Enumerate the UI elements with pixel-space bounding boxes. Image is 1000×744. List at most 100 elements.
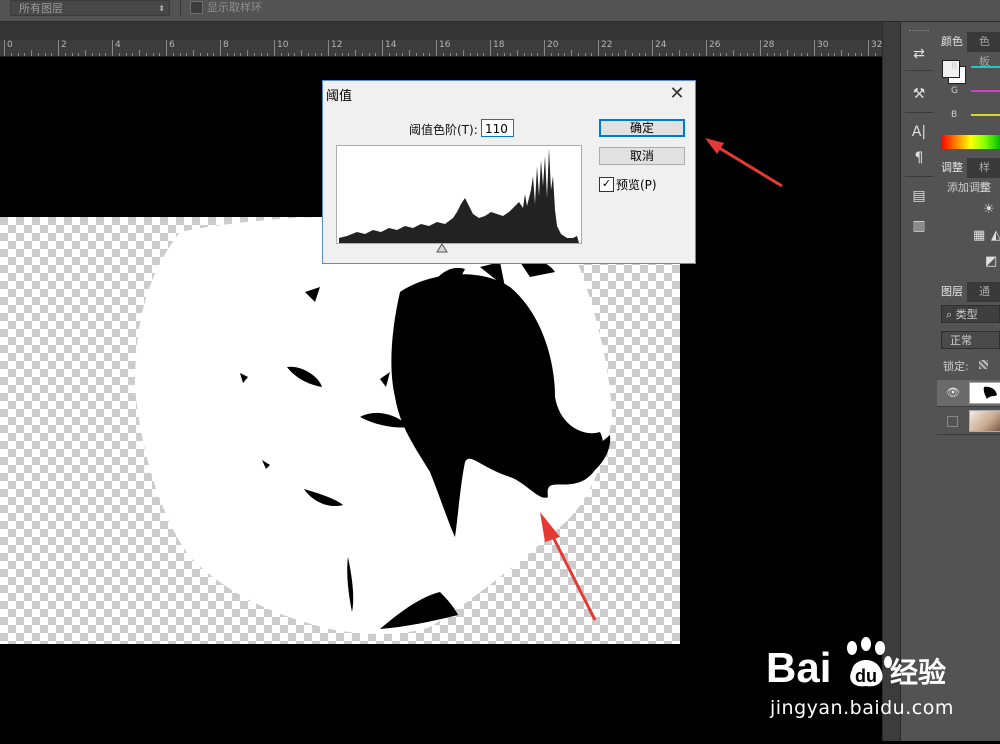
vibrance-icon[interactable]: ◩ (985, 254, 997, 269)
ruler-tick (368, 53, 370, 56)
curves-icon[interactable]: ◭ (991, 228, 1000, 243)
channel-r-slider[interactable] (971, 66, 1000, 68)
ruler-tick (388, 53, 390, 56)
threshold-slider-handle[interactable] (436, 243, 448, 253)
preview-checkbox[interactable]: ✓ (599, 177, 614, 192)
layer-row-background[interactable] (937, 408, 1000, 435)
sample-layers-select[interactable]: 所有图层 ⬍ (10, 0, 170, 16)
ruler-tick (598, 40, 599, 56)
ruler-tick (692, 53, 694, 56)
divider (905, 176, 933, 177)
ruler-tick (625, 50, 626, 56)
tab-layers[interactable]: 图层 (937, 282, 967, 302)
ruler-tick (746, 53, 748, 56)
ruler-tick (530, 53, 532, 56)
ruler-tick (550, 53, 552, 56)
tab-swatches[interactable]: 色板 (975, 32, 1000, 68)
ruler-tick (436, 40, 437, 56)
ok-button[interactable]: 确定 (599, 119, 685, 137)
ruler-tick (382, 40, 383, 56)
ruler-tick (4, 40, 5, 56)
ruler-tick (355, 50, 356, 56)
ruler-tick (841, 50, 842, 56)
ruler-tick (152, 53, 154, 56)
ruler-tick (523, 53, 525, 56)
ruler-tick (186, 53, 188, 56)
levels-icon[interactable]: ▦ (973, 228, 985, 243)
layer-thumbnail-threshold (969, 382, 1000, 404)
eye-icon[interactable]: 👁 (946, 386, 960, 399)
layer-row-threshold[interactable]: 👁 (937, 380, 1000, 407)
show-sampling-ring-checkbox[interactable] (190, 1, 203, 14)
notes-icon[interactable]: ▥ (907, 216, 931, 236)
layer-kind-value: 类型 (955, 308, 978, 321)
ruler-tick (361, 53, 363, 56)
ruler-tick (206, 53, 208, 56)
ruler-tick (800, 53, 802, 56)
ruler-tick (760, 40, 761, 56)
ruler-tick (564, 53, 566, 56)
tab-styles[interactable]: 样式 (975, 158, 1000, 194)
channel-b-slider[interactable] (971, 114, 1000, 116)
ruler-tick (456, 53, 458, 56)
brightness-icon[interactable]: ☀ (983, 202, 995, 217)
ruler-tick (442, 53, 444, 56)
properties-icon[interactable]: ▤ (907, 186, 931, 206)
close-icon[interactable]: ✕ (665, 83, 689, 105)
histogram-bars (339, 148, 579, 243)
tab-color[interactable]: 颜色 (937, 32, 967, 52)
ruler-tick-label: 32 (871, 40, 882, 50)
ruler-tick (787, 50, 788, 56)
ruler-tick (827, 53, 829, 56)
tab-channels[interactable]: 通道 (975, 282, 1000, 318)
horizontal-ruler: 0 2 4 6 8 10 12 14 16 18 20 22 24 26 28 30 32 (0, 40, 882, 57)
ruler-tick (17, 53, 19, 56)
threshold-level-input[interactable]: 110 (481, 119, 514, 137)
preview-label: 预览(P) (616, 178, 657, 192)
divider (180, 0, 181, 16)
lock-transparent-icon[interactable] (979, 360, 988, 369)
ruler-tick (753, 53, 755, 56)
ruler-tick-label: 2 (61, 40, 67, 50)
ruler-tick (645, 53, 647, 56)
paragraph-icon[interactable]: ¶ (907, 148, 931, 168)
threshold-dialog: 阈值 ✕ 阈值色阶(T): 110 确定 取消 ✓ 预览(P) (322, 80, 696, 264)
ruler-tick (328, 40, 329, 56)
ruler-tick (544, 40, 545, 56)
ruler-tick (847, 53, 849, 56)
color-spectrum-bar[interactable] (941, 135, 1000, 149)
ruler-tick (199, 53, 201, 56)
ruler-tick (793, 53, 795, 56)
ruler-tick (226, 53, 228, 56)
ruler-tick (71, 53, 73, 56)
ruler-tick (463, 50, 464, 56)
ruler-tick (631, 53, 633, 56)
blend-mode-select[interactable]: 正常 (941, 331, 1000, 349)
visibility-toggle[interactable] (947, 416, 958, 427)
options-bar: 所有图层 ⬍ 显示取样环 (0, 0, 1000, 22)
ruler-tick (490, 40, 491, 56)
history-icon[interactable]: ⇄ (907, 44, 931, 64)
ruler-tick (64, 53, 66, 56)
panel-grip[interactable] (909, 30, 929, 34)
tab-adjustments[interactable]: 调整 (937, 158, 967, 178)
brush-preset-icon[interactable]: ⚒ (907, 84, 931, 104)
character-icon[interactable]: A| (907, 122, 931, 142)
ruler-tick (807, 53, 809, 56)
dialog-title: 阈值 (326, 89, 353, 104)
add-adjustment-label: 添加调整 (947, 181, 991, 194)
ruler-tick (517, 50, 518, 56)
ruler-tick (78, 53, 80, 56)
ruler-tick (240, 53, 242, 56)
ruler-tick (469, 53, 471, 56)
ruler-tick (409, 50, 410, 56)
ruler-tick (24, 53, 26, 56)
ruler-tick (706, 40, 707, 56)
ruler-tick (44, 53, 46, 56)
ruler-tick (834, 53, 836, 56)
ruler-tick (733, 50, 734, 56)
layer-kind-filter[interactable]: ⌕ 类型 (941, 305, 1000, 323)
checkmark-icon: ✓ (601, 177, 612, 190)
cancel-button[interactable]: 取消 (599, 147, 685, 165)
channel-g-slider[interactable] (971, 90, 1000, 92)
